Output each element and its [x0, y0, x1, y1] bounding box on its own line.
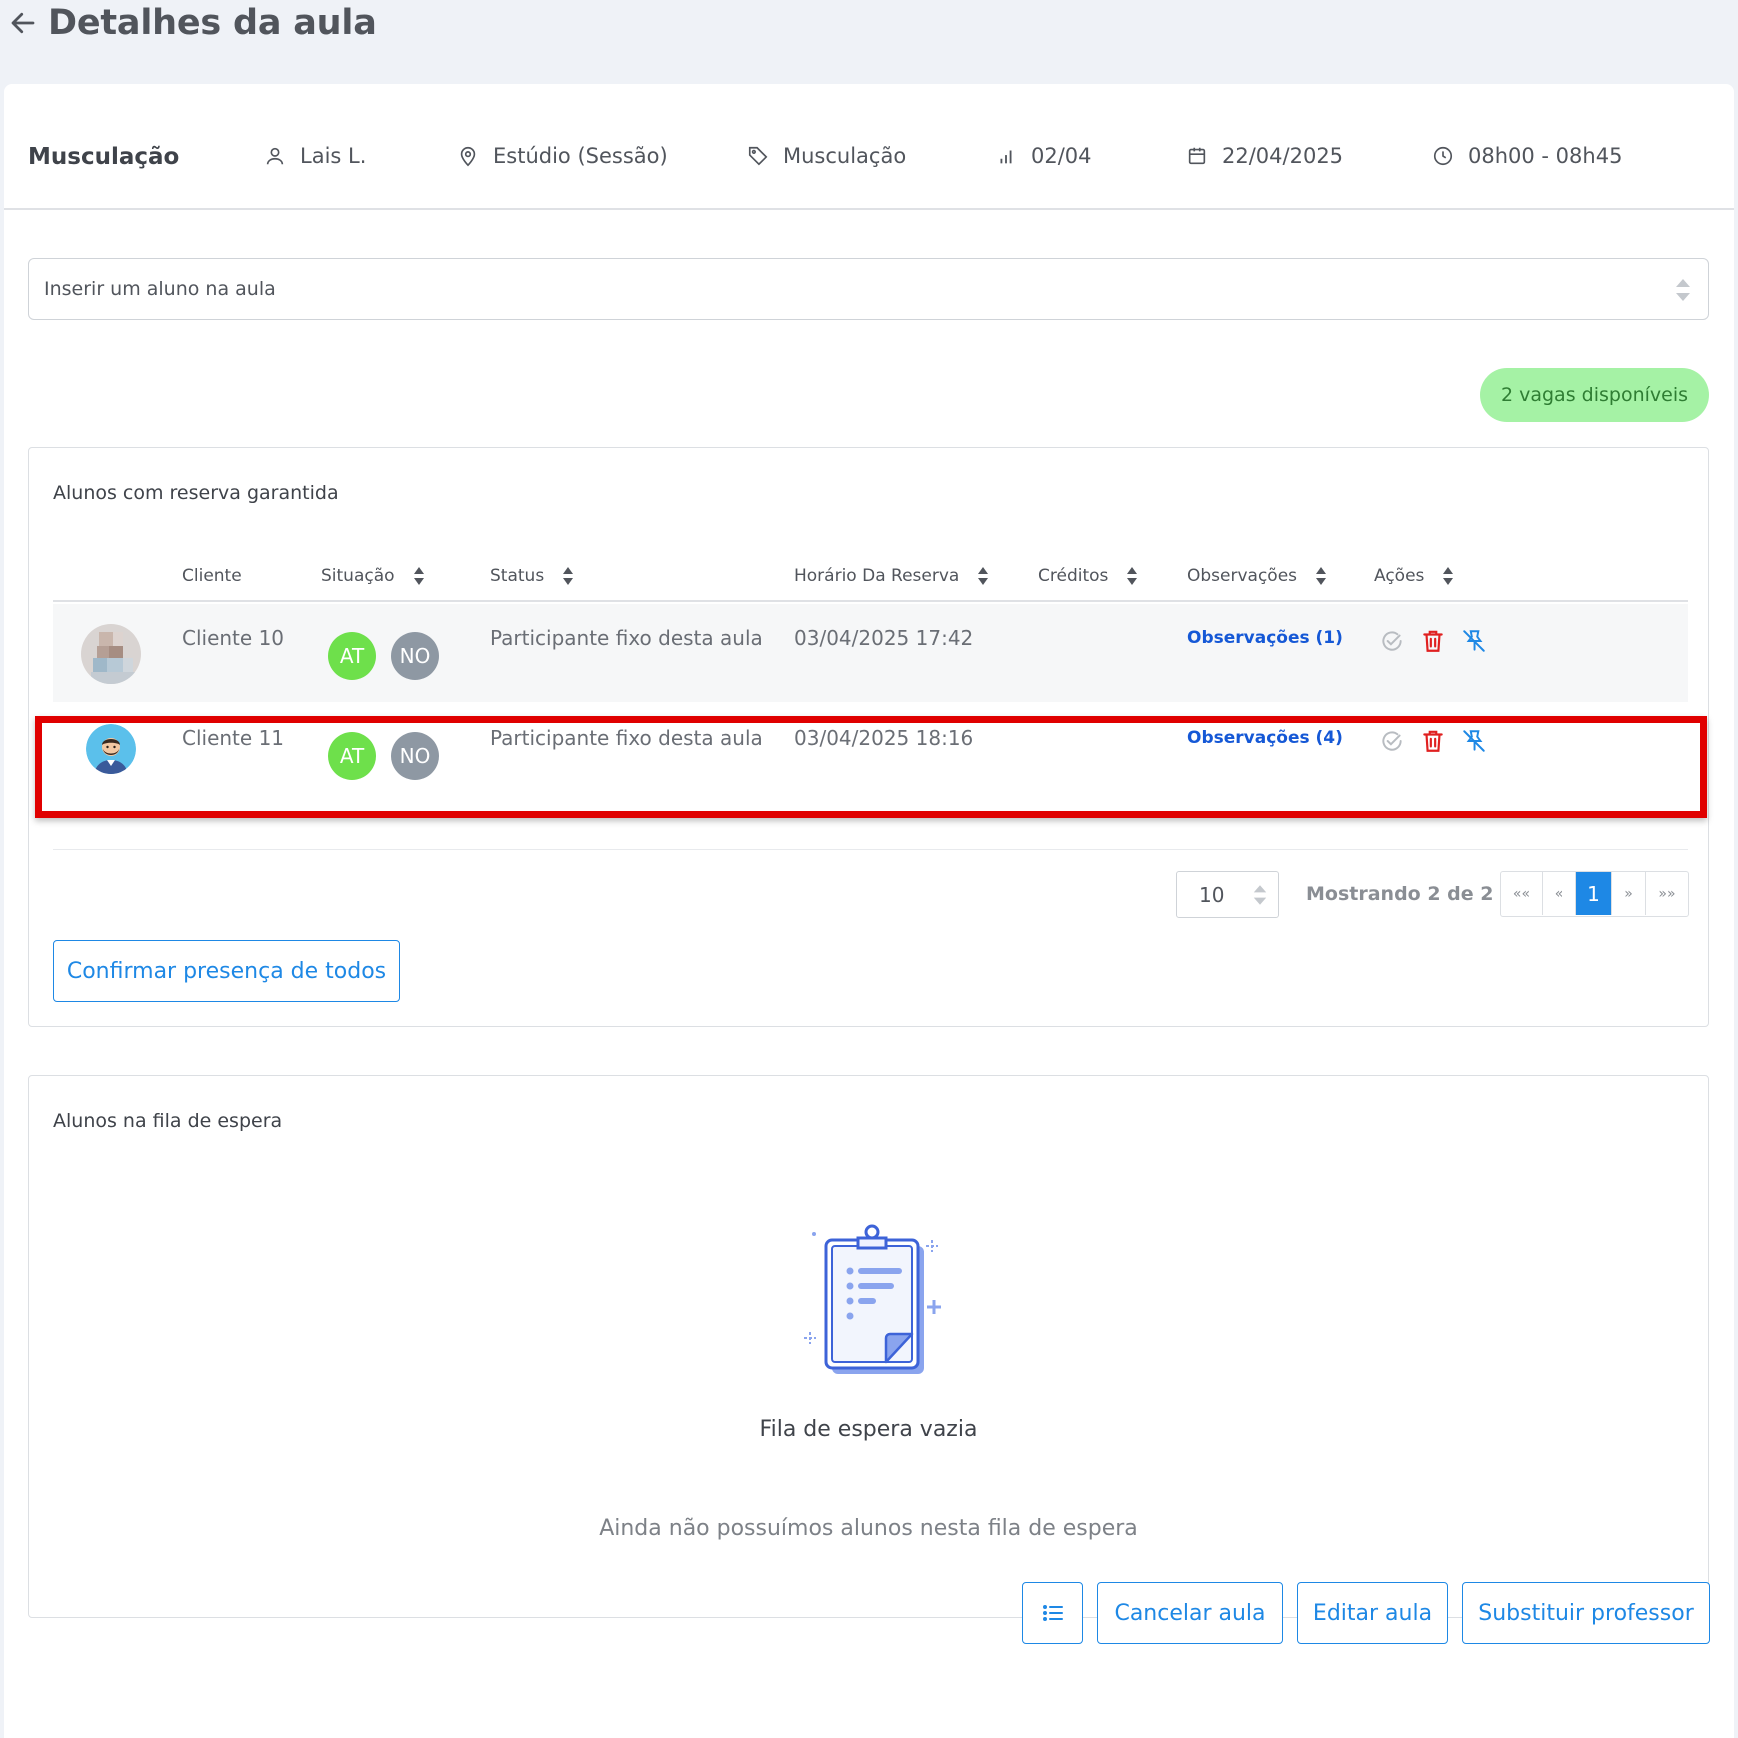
last-page-button[interactable]: »»: [1646, 872, 1688, 915]
column-creditos[interactable]: Créditos: [1038, 566, 1138, 586]
sort-icon: [1127, 567, 1138, 585]
time-info: 08h00 - 08h45: [1432, 144, 1622, 168]
location-info: Estúdio (Sessão): [457, 144, 668, 168]
status-text: Participante fixo desta aula: [490, 726, 763, 750]
calendar-icon: [1188, 147, 1206, 165]
column-acoes[interactable]: Ações: [1374, 566, 1454, 586]
status-text: Participante fixo desta aula: [490, 626, 763, 650]
insert-student-placeholder: Inserir um aluno na aula: [44, 278, 276, 300]
modality-name: Musculação: [783, 144, 907, 168]
sort-icon: [978, 567, 989, 585]
teacher-name: Lais L.: [300, 144, 367, 168]
reserved-panel-title: Alunos com reserva garantida: [53, 482, 339, 504]
divider: [53, 849, 1688, 850]
avatar: [81, 624, 141, 684]
trash-icon[interactable]: [1420, 728, 1446, 754]
class-info-bar: Musculação Lais L. Estúdio (Sessão) Musc…: [4, 84, 1734, 210]
list-options-button[interactable]: [1022, 1582, 1083, 1644]
tag-icon: [748, 146, 768, 166]
location-name: Estúdio (Sessão): [493, 144, 668, 168]
sort-icon: [563, 567, 574, 585]
select-arrows-icon: [1676, 279, 1690, 301]
prev-page-button[interactable]: «: [1543, 872, 1576, 915]
back-arrow-icon[interactable]: [8, 8, 38, 38]
empty-state-subtitle: Ainda não possuímos alunos nesta fila de…: [599, 1516, 1138, 1541]
replace-teacher-button[interactable]: Substituir professor: [1462, 1582, 1710, 1644]
column-situacao[interactable]: Situação: [321, 566, 425, 586]
occupancy-info: 02/04: [995, 144, 1092, 168]
unpin-icon[interactable]: [1461, 728, 1487, 754]
insert-student-select[interactable]: Inserir um aluno na aula: [28, 258, 1709, 320]
observations-link[interactable]: Observações (4): [1187, 728, 1343, 748]
page-size-select[interactable]: 10: [1176, 871, 1279, 918]
check-circle-icon[interactable]: [1379, 628, 1405, 654]
table-row: Cliente 10 AT NO Participante fixo desta…: [53, 604, 1688, 702]
available-spots-badge: 2 vagas disponíveis: [1480, 368, 1709, 422]
trash-icon[interactable]: [1420, 628, 1446, 654]
next-page-button[interactable]: »: [1612, 872, 1646, 915]
situation-badge-at: AT: [328, 732, 376, 780]
signal-bars-icon: [1000, 150, 1012, 164]
class-details-card: Musculação Lais L. Estúdio (Sessão) Musc…: [4, 84, 1734, 1738]
empty-clipboard-icon: [804, 1224, 941, 1374]
class-time: 08h00 - 08h45: [1468, 144, 1623, 168]
user-icon: [266, 147, 284, 165]
first-page-button[interactable]: ««: [1501, 872, 1543, 915]
column-cliente: Cliente: [182, 566, 242, 586]
page-1-button[interactable]: 1: [1576, 872, 1612, 915]
cancel-class-button[interactable]: Cancelar aula: [1097, 1582, 1283, 1644]
sort-icon: [413, 567, 424, 585]
observations-link[interactable]: Observações (1): [1187, 628, 1343, 648]
date-info: 22/04/2025: [1186, 144, 1343, 168]
situation-badge-at: AT: [328, 632, 376, 680]
list-icon: [1042, 1605, 1063, 1621]
waitlist-panel: Alunos na fila de espera Fila de espera …: [28, 1075, 1709, 1618]
empty-state-title: Fila de espera vazia: [759, 1417, 978, 1442]
page-title: Detalhes da aula: [48, 3, 377, 43]
reservation-time: 03/04/2025 17:42: [794, 626, 974, 650]
pagination: «« « 1 » »»: [1500, 871, 1689, 917]
clock-icon: [1433, 146, 1453, 166]
column-status[interactable]: Status: [490, 566, 574, 586]
confirm-all-button[interactable]: Confirmar presença de todos: [53, 940, 400, 1002]
pagination-summary: Mostrando 2 de 2: [1306, 883, 1494, 905]
page-header: Detalhes da aula: [8, 0, 377, 46]
occupancy-value: 02/04: [1031, 144, 1092, 168]
map-pin-icon: [460, 146, 476, 167]
situation-badge-no: NO: [391, 632, 439, 680]
reserved-students-panel: Alunos com reserva garantida Cliente Sit…: [28, 447, 1709, 1027]
client-name: Cliente 11: [182, 726, 285, 750]
situation-badge-no: NO: [391, 732, 439, 780]
select-arrows-icon: [1253, 885, 1267, 905]
check-circle-icon[interactable]: [1379, 728, 1405, 754]
column-observacoes[interactable]: Observações: [1187, 566, 1327, 586]
waitlist-panel-title: Alunos na fila de espera: [53, 1110, 283, 1132]
avatar: [86, 724, 136, 774]
modality-info: Musculação: [747, 144, 906, 168]
page-size-value: 10: [1199, 882, 1225, 907]
table-header: Cliente Situação Status Horário Da Reser…: [53, 558, 1688, 602]
sort-icon: [1443, 567, 1454, 585]
class-name: Musculação: [28, 144, 180, 170]
reservation-time: 03/04/2025 18:16: [794, 726, 974, 750]
teacher-info: Lais L.: [264, 144, 366, 168]
unpin-icon[interactable]: [1461, 628, 1487, 654]
sort-icon: [1316, 567, 1327, 585]
edit-class-button[interactable]: Editar aula: [1297, 1582, 1448, 1644]
table-row: Cliente 11 AT NO Participante fixo desta…: [53, 704, 1688, 802]
class-date: 22/04/2025: [1222, 144, 1344, 168]
column-horario-reserva[interactable]: Horário Da Reserva: [794, 566, 989, 586]
client-name: Cliente 10: [182, 626, 285, 650]
